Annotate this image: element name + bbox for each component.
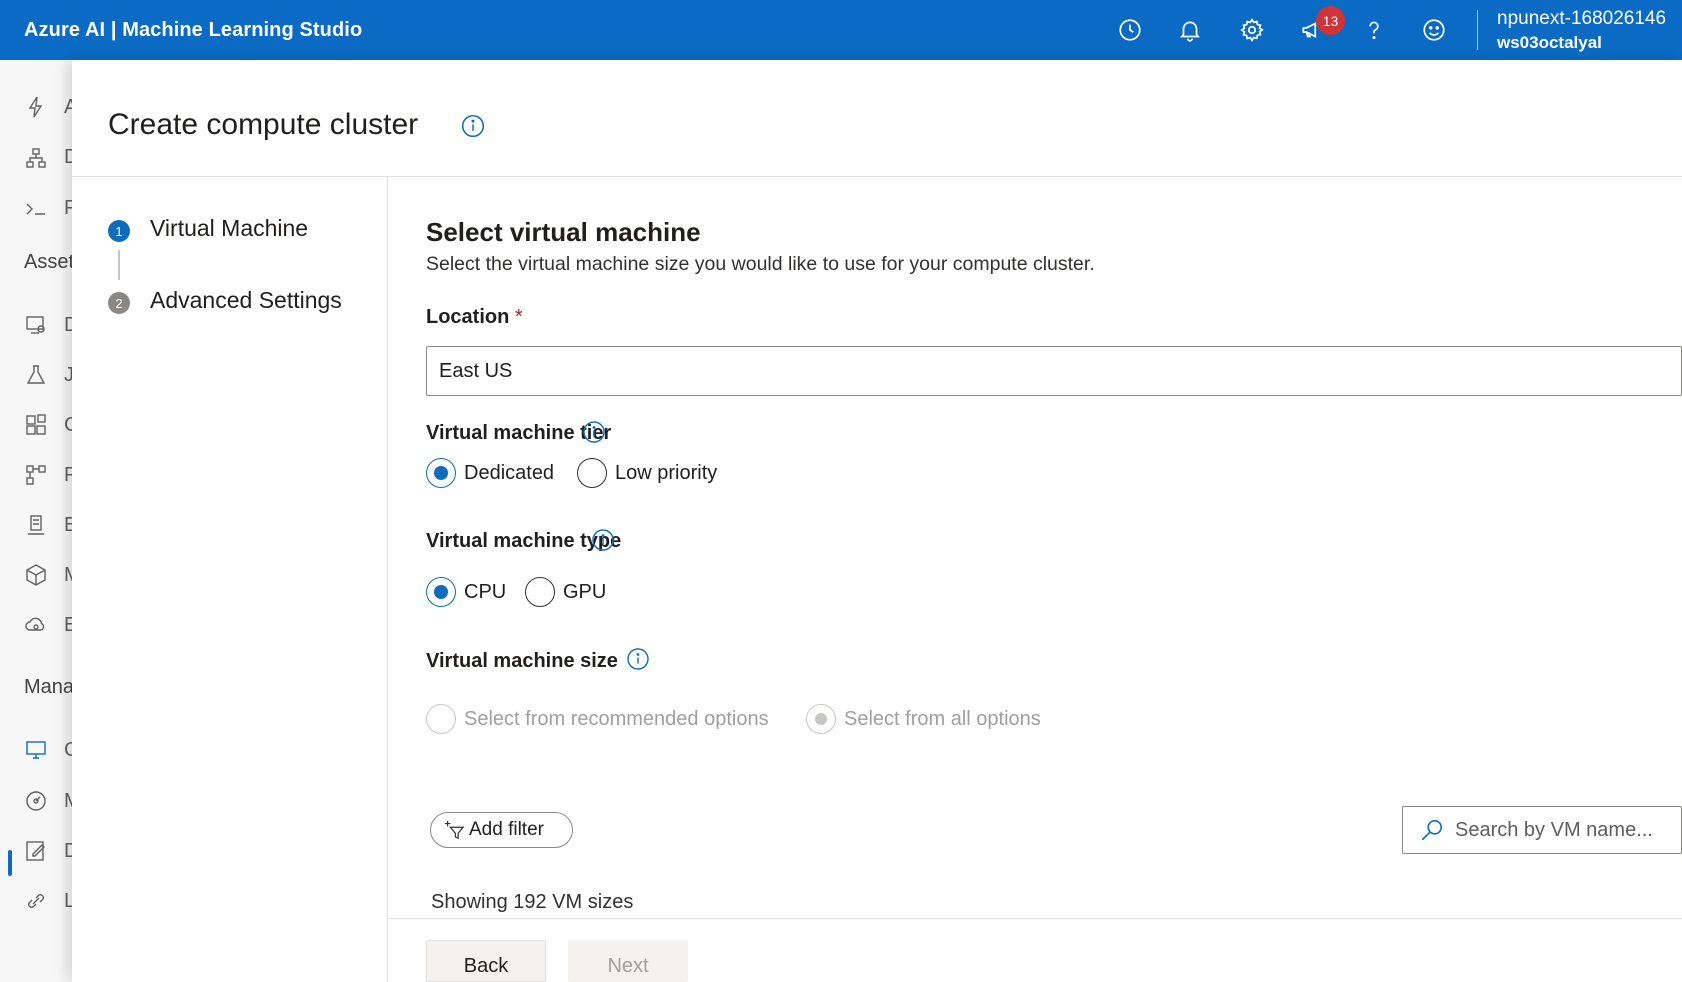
radio-low-priority[interactable]: Low priority: [577, 458, 717, 488]
info-icon[interactable]: [626, 647, 650, 671]
step-connector: [118, 250, 120, 280]
step-virtual-machine[interactable]: Virtual Machine: [150, 215, 308, 242]
components-icon[interactable]: [24, 413, 48, 437]
required-marker: *: [514, 306, 523, 328]
step-1-indicator[interactable]: 1: [108, 220, 130, 242]
assets-section-label: Asset: [24, 251, 75, 273]
edit-icon[interactable]: [24, 839, 48, 863]
vm-size-label: Virtual machine size: [426, 650, 618, 672]
location-dropdown[interactable]: East US: [426, 346, 1682, 396]
footer-divider: [388, 918, 1682, 919]
history-icon[interactable]: [1114, 14, 1146, 46]
radio-checked-indicator[interactable]: [426, 577, 456, 607]
info-icon[interactable]: [582, 420, 606, 444]
radio-label: Select from all options: [844, 707, 1041, 730]
create-compute-panel: Create compute cluster 1 Virtual Machine…: [72, 60, 1682, 982]
add-filter-label: Add filter: [469, 819, 544, 840]
link-icon[interactable]: [24, 889, 48, 913]
monitor-icon[interactable]: [24, 789, 48, 813]
data-icon[interactable]: [24, 313, 48, 337]
location-label: Location *: [426, 306, 523, 329]
radio-recommended-options[interactable]: Select from recommended options: [426, 704, 769, 734]
radio-label: Low priority: [615, 461, 718, 484]
results-count: Showing 192 VM sizes: [431, 891, 634, 913]
search-placeholder: Search by VM name...: [1455, 818, 1653, 841]
lightning-icon[interactable]: [24, 95, 48, 119]
steps-divider: [387, 177, 388, 982]
section-description: Select the virtual machine size you woul…: [426, 253, 1095, 275]
back-button[interactable]: Back: [426, 940, 546, 982]
radio-label: GPU: [563, 580, 607, 603]
panel-title: Create compute cluster: [108, 108, 419, 141]
manage-section-label: Mana: [24, 676, 75, 698]
location-label-text: Location: [426, 306, 510, 328]
environment-icon[interactable]: [24, 513, 48, 537]
radio-indicator[interactable]: [426, 704, 456, 734]
search-icon: [1421, 819, 1443, 841]
model-icon[interactable]: [24, 563, 48, 587]
header-divider: [72, 176, 1682, 177]
active-indicator: [8, 850, 12, 876]
bell-icon[interactable]: [1174, 14, 1206, 46]
vm-search-input[interactable]: Search by VM name...: [1402, 806, 1682, 854]
terminal-icon[interactable]: [24, 197, 48, 221]
smiley-icon[interactable]: [1418, 14, 1450, 46]
app-title[interactable]: Azure AI | Machine Learning Studio: [24, 19, 362, 42]
radio-cpu[interactable]: CPU: [426, 577, 506, 607]
radio-dedicated[interactable]: Dedicated: [426, 458, 554, 488]
topbar-divider: [1477, 10, 1478, 50]
next-button[interactable]: Next: [568, 940, 688, 982]
endpoint-icon[interactable]: [24, 613, 48, 637]
compute-icon[interactable]: [24, 738, 48, 762]
step-advanced-settings[interactable]: Advanced Settings: [150, 287, 342, 314]
radio-label: Dedicated: [464, 461, 555, 484]
radio-indicator[interactable]: [525, 577, 555, 607]
gear-icon[interactable]: [1236, 14, 1268, 46]
radio-gpu[interactable]: GPU: [525, 577, 606, 607]
info-icon[interactable]: [591, 528, 615, 552]
step-2-indicator[interactable]: 2: [108, 292, 130, 314]
flask-icon[interactable]: [24, 363, 48, 387]
diagram-icon[interactable]: [24, 146, 48, 170]
left-nav: A D P Asset D J C P E M E Mana C M: [0, 60, 81, 982]
radio-label: Select from recommended options: [464, 707, 769, 730]
info-icon[interactable]: [460, 113, 486, 139]
top-bar: Azure AI | Machine Learning Studio 13 np…: [0, 0, 1682, 60]
section-title: Select virtual machine: [426, 217, 701, 247]
account-menu[interactable]: npunext-168026146 ws03octalyal: [1497, 7, 1666, 55]
radio-checked-indicator[interactable]: [806, 704, 836, 734]
add-filter-icon: [444, 820, 465, 840]
notification-badge: 13: [1316, 6, 1345, 35]
workspace-name: ws03octalyal: [1497, 33, 1602, 52]
radio-label: CPU: [464, 580, 507, 603]
add-filter-button[interactable]: Add filter: [430, 812, 573, 848]
radio-checked-indicator[interactable]: [426, 458, 456, 488]
user-name: npunext-168026146: [1497, 8, 1667, 29]
help-icon[interactable]: [1358, 14, 1390, 46]
radio-all-options[interactable]: Select from all options: [806, 704, 1041, 734]
radio-indicator[interactable]: [577, 458, 607, 488]
pipeline-icon[interactable]: [24, 463, 48, 487]
